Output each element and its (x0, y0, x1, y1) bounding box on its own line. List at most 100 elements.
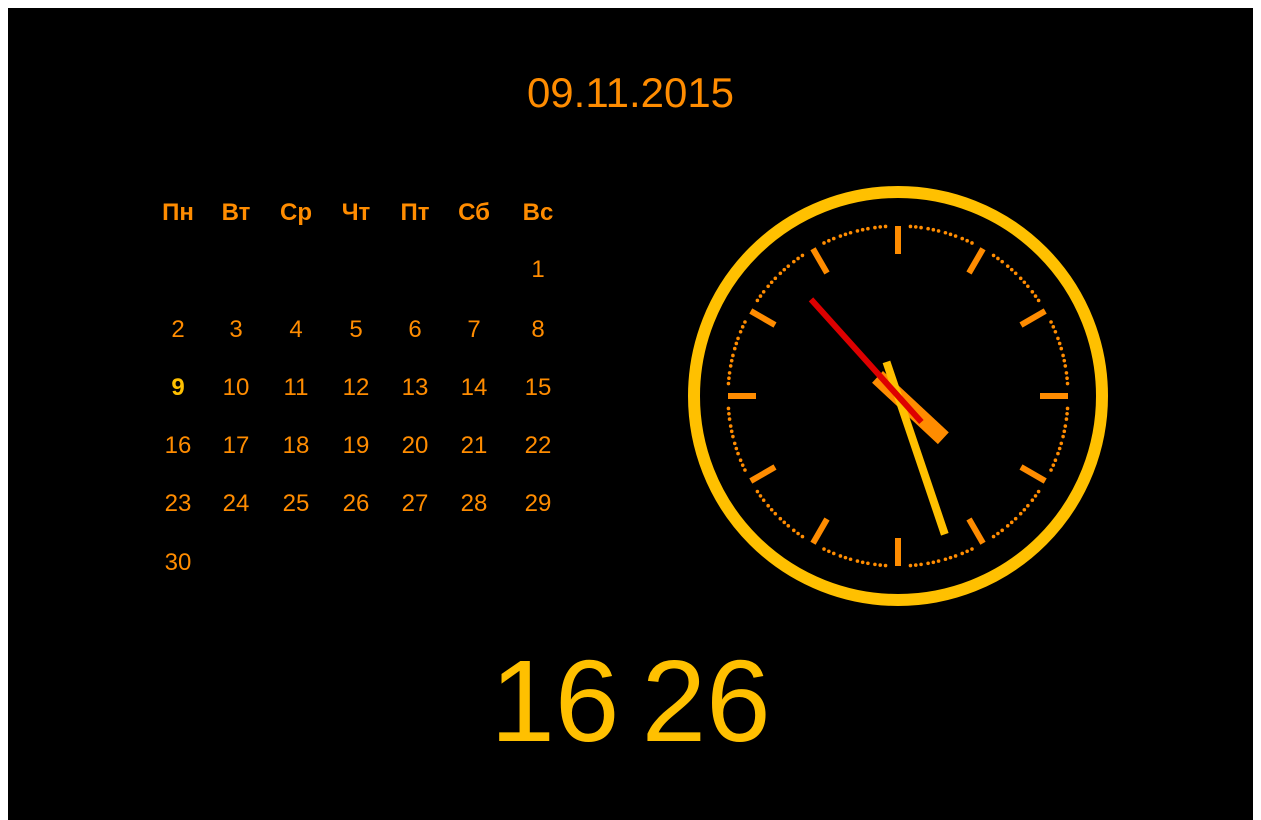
calendar-day: 22 (524, 432, 552, 459)
minute-tick (758, 294, 763, 298)
minute-tick (822, 547, 826, 551)
minute-tick (786, 264, 791, 268)
minute-tick (800, 253, 805, 258)
minute-tick (1051, 463, 1056, 467)
weekday-header: Сб (458, 199, 490, 226)
calendar-day: 29 (524, 490, 552, 517)
minute-tick (866, 226, 870, 231)
minute-tick (843, 232, 848, 237)
minute-tick (736, 336, 740, 341)
minute-tick (831, 551, 836, 556)
calendar-day: 19 (342, 432, 370, 459)
minute-tick (827, 238, 831, 243)
minute-tick (786, 524, 791, 528)
minute-tick (727, 376, 731, 381)
minute-tick (769, 507, 774, 512)
minute-tick (965, 238, 969, 243)
minute-tick (755, 489, 760, 494)
weekday-header: Чт (341, 199, 371, 226)
calendar-day: 8 (531, 316, 545, 343)
minute-tick (926, 561, 930, 566)
minute-tick (948, 232, 953, 237)
minute-tick (734, 341, 739, 346)
minute-tick (1033, 294, 1038, 298)
minute-tick (769, 280, 774, 285)
weekday-header: Пт (400, 199, 430, 226)
minute-tick (878, 225, 883, 229)
hour-tick (810, 517, 830, 545)
calendar-day: 7 (467, 316, 481, 343)
minute-tick (1057, 341, 1062, 346)
minute-tick (1022, 280, 1027, 285)
minute-tick (822, 241, 826, 245)
minute-tick (1057, 446, 1062, 451)
calendar-day: 5 (349, 316, 363, 343)
minute-tick (731, 434, 735, 439)
minute-tick (873, 225, 877, 230)
minute-tick (1030, 498, 1035, 502)
minute-tick (873, 562, 877, 567)
minute-tick (761, 290, 766, 294)
minute-tick (913, 563, 918, 567)
minute-tick (782, 267, 787, 272)
calendar-day: 20 (401, 432, 429, 459)
minute-tick (738, 458, 743, 463)
minute-tick (919, 562, 923, 567)
minute-tick (970, 547, 974, 551)
minute-tick (743, 320, 747, 324)
minute-tick (731, 353, 735, 358)
analog-clock (688, 186, 1108, 606)
minute-tick (1053, 458, 1058, 463)
minute-tick (838, 234, 843, 238)
minute-tick (734, 446, 739, 451)
minute-tick (970, 241, 974, 245)
minute-tick (848, 230, 853, 235)
minute-tick (1065, 411, 1069, 416)
date-display: 09.11.2015 (526, 69, 735, 116)
minute-tick (726, 381, 731, 386)
calendar-day: 13 (401, 374, 429, 401)
minute-tick (827, 549, 831, 554)
minute-tick (1062, 429, 1067, 434)
second-hand (808, 297, 924, 425)
minute-tick (758, 494, 763, 498)
calendar-day: 1 (531, 256, 545, 283)
minute-tick (1033, 494, 1038, 498)
hour-tick (749, 308, 777, 328)
minute-tick (936, 559, 941, 563)
minute-tick (943, 230, 948, 235)
minute-tick (1061, 353, 1065, 358)
minute-tick (1026, 284, 1030, 289)
calendar-day: 3 (229, 316, 243, 343)
minute-tick (1030, 290, 1035, 294)
calendar-day: 23 (164, 490, 192, 517)
weekday-header: Пн (162, 199, 194, 226)
minute-tick (1063, 424, 1068, 428)
minute-tick (766, 284, 770, 289)
minute-tick (855, 229, 860, 233)
minute-tick (1049, 468, 1053, 472)
minute-tick (1018, 276, 1023, 281)
minute-tick (883, 224, 888, 229)
minute-tick (960, 236, 965, 241)
minute-tick (919, 225, 923, 230)
minute-tick (908, 563, 913, 568)
calendar-day: 27 (401, 490, 429, 517)
minute-tick (931, 227, 936, 232)
minute-tick (761, 498, 766, 502)
minute-tick (996, 531, 1000, 536)
minute-tick (732, 346, 737, 351)
minute-tick (831, 236, 836, 241)
minute-tick (727, 417, 732, 421)
minute-tick (778, 271, 783, 276)
minute-tick (1063, 364, 1068, 368)
calendar-day: 15 (524, 374, 552, 401)
minute-tick (729, 429, 734, 434)
calendar-day: 25 (282, 490, 310, 517)
minute-tick (773, 276, 778, 281)
calendar-day: 17 (222, 432, 250, 459)
minute-tick (943, 557, 948, 562)
minute-hand (882, 360, 949, 536)
minute-tick (953, 234, 958, 238)
minute-tick (1053, 329, 1058, 334)
